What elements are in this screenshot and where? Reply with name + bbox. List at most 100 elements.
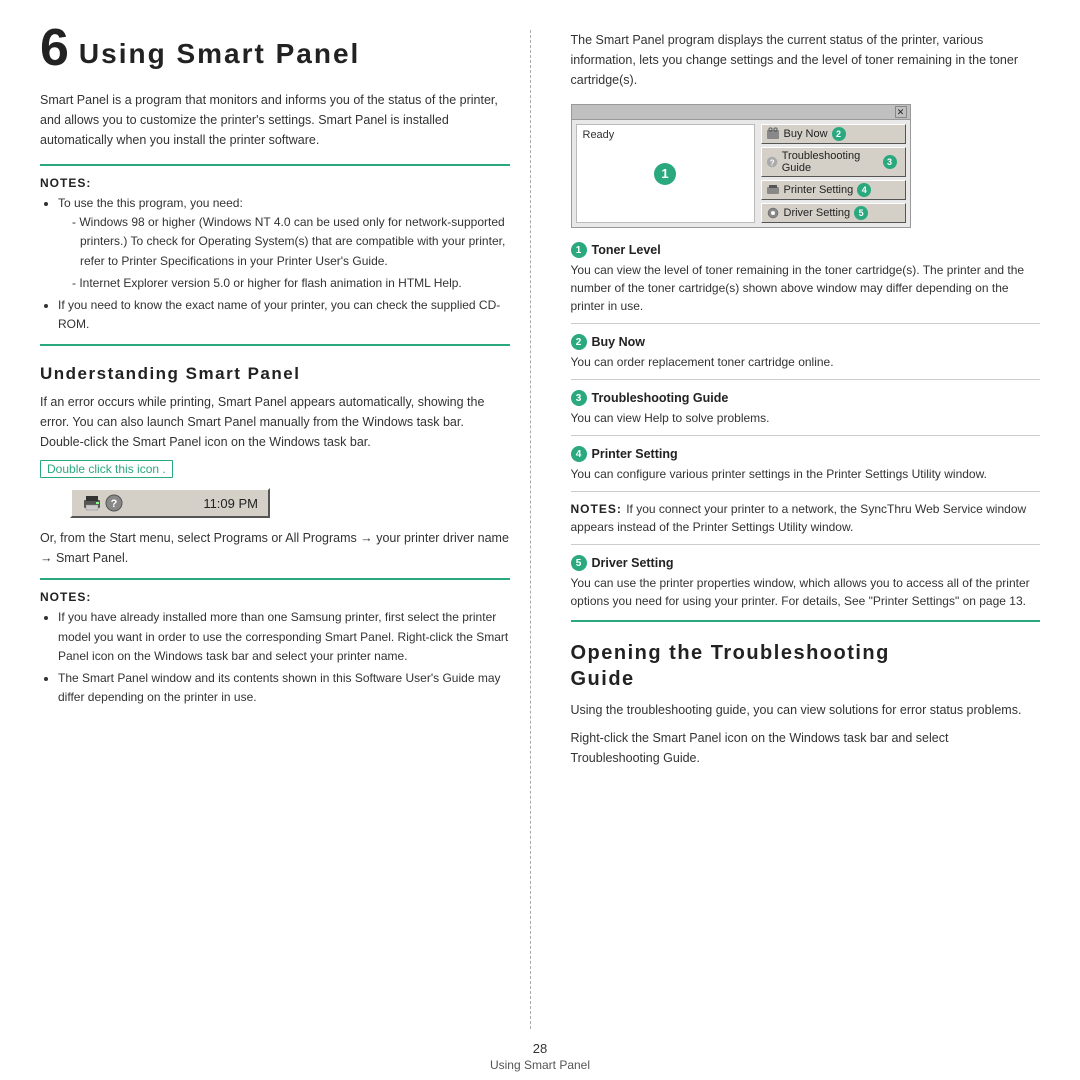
- taskbar-time: 11:09 PM: [203, 496, 258, 511]
- feature-num-2: 2: [571, 334, 587, 350]
- printer-icon: [82, 494, 102, 512]
- feature-1-heading: 1 Toner Level: [571, 242, 1041, 258]
- thin-divider-4: [571, 491, 1041, 492]
- taskbar-icons: ?: [82, 494, 123, 512]
- notes-sub-1: Windows 98 or higher (Windows NT 4.0 can…: [72, 213, 510, 271]
- opening-text-1: Using the troubleshooting guide, you can…: [571, 700, 1041, 720]
- feature-5-text: You can use the printer properties windo…: [571, 574, 1041, 610]
- sp-btn-num-4: 4: [857, 183, 871, 197]
- sp-toner-area: Ready 1: [576, 124, 755, 223]
- divider-3: [40, 578, 510, 580]
- footer-page-number: 28: [0, 1041, 1080, 1056]
- divider-right: [571, 620, 1041, 622]
- feature-5: 5 Driver Setting You can use the printer…: [571, 555, 1041, 610]
- feature-4: 4 Printer Setting You can configure vari…: [571, 446, 1041, 483]
- chapter-number: 6: [40, 22, 69, 74]
- opening-heading: Opening the TroubleshootingGuide: [571, 640, 1041, 692]
- notes-label-1: NOTES:: [40, 176, 510, 190]
- feature-1-text: You can view the level of toner remainin…: [571, 261, 1041, 315]
- notes2-item-1: If you have already installed more than …: [58, 608, 510, 666]
- feature-2-text: You can order replacement toner cartridg…: [571, 353, 1041, 371]
- divider-1: [40, 164, 510, 166]
- opening-text-2: Right-click the Smart Panel icon on the …: [571, 728, 1041, 768]
- double-click-label: Double click this icon .: [40, 460, 173, 478]
- feature-2-heading: 2 Buy Now: [571, 334, 1041, 350]
- notes-block-1: NOTES: To use the this program, you need…: [40, 176, 510, 334]
- sp-btn-driver-setting[interactable]: Driver Setting 5: [761, 203, 906, 223]
- understanding-heading: Understanding Smart Panel: [40, 364, 510, 384]
- notes-right: NOTES: If you connect your printer to a …: [571, 500, 1041, 536]
- chapter-title: Using Smart Panel: [79, 38, 360, 70]
- notes-list-1: To use the this program, you need: Windo…: [40, 194, 510, 334]
- sp-buttons: Buy Now 2 ? Troubleshooting Guide 3: [761, 124, 906, 223]
- feature-num-3: 3: [571, 390, 587, 406]
- printer-setting-icon: [766, 183, 780, 197]
- sp-btn-printer-setting[interactable]: Printer Setting 4: [761, 180, 906, 200]
- feature-4-heading: 4 Printer Setting: [571, 446, 1041, 462]
- feature-5-title: Driver Setting: [592, 556, 674, 570]
- notes-right-label: NOTES:: [571, 502, 627, 516]
- notes-item-1: To use the this program, you need: Windo…: [58, 194, 510, 293]
- taskbar-mock: ? 11:09 PM: [70, 488, 270, 518]
- notes-sub-2: Internet Explorer version 5.0 or higher …: [72, 274, 510, 293]
- notes-item-2: If you need to know the exact name of yo…: [58, 296, 510, 334]
- sp-btn-troubleshoot[interactable]: ? Troubleshooting Guide 3: [761, 147, 906, 177]
- driver-setting-label: Driver Setting: [784, 207, 851, 219]
- feature-1-title: Toner Level: [592, 243, 661, 257]
- footer-label: Using Smart Panel: [0, 1058, 1080, 1072]
- double-click-area: Double click this icon .: [40, 460, 510, 484]
- sp-btn-num-2: 2: [832, 127, 846, 141]
- intro-text: Smart Panel is a program that monitors a…: [40, 90, 510, 150]
- troubleshoot-label: Troubleshooting Guide: [782, 150, 879, 174]
- smart-panel-icon: ?: [105, 494, 123, 512]
- right-column: The Smart Panel program displays the cur…: [561, 30, 1041, 1029]
- sp-body: Ready 1 Buy Now 2: [572, 120, 910, 227]
- thin-divider-3: [571, 435, 1041, 436]
- left-column: 6 Using Smart Panel Smart Panel is a pro…: [40, 30, 531, 1029]
- buy-icon: [766, 127, 780, 141]
- notes-block-2: NOTES: If you have already installed mor…: [40, 590, 510, 707]
- feature-1: 1 Toner Level You can view the level of …: [571, 242, 1041, 315]
- feature-3: 3 Troubleshooting Guide You can view Hel…: [571, 390, 1041, 427]
- smart-panel-ui: ✕ Ready 1 Buy Now 2: [571, 104, 911, 228]
- sp-toner-num: 1: [654, 163, 676, 185]
- understanding-section: Understanding Smart Panel If an error oc…: [40, 364, 510, 707]
- sp-btn-num-3: 3: [883, 155, 897, 169]
- notes-right-text: If you connect your printer to a network…: [571, 502, 1027, 534]
- chapter-heading: 6 Using Smart Panel: [40, 30, 510, 74]
- feature-4-text: You can configure various printer settin…: [571, 465, 1041, 483]
- svg-text:?: ?: [111, 498, 118, 510]
- feature-4-title: Printer Setting: [592, 447, 678, 461]
- notes-list-2: If you have already installed more than …: [40, 608, 510, 707]
- feature-2: 2 Buy Now You can order replacement tone…: [571, 334, 1041, 371]
- svg-text:?: ?: [769, 158, 774, 167]
- feature-num-5: 5: [571, 555, 587, 571]
- driver-setting-icon: [766, 206, 780, 220]
- feature-2-title: Buy Now: [592, 335, 645, 349]
- feature-3-title: Troubleshooting Guide: [592, 391, 729, 405]
- sp-btn-num-5: 5: [854, 206, 868, 220]
- feature-3-heading: 3 Troubleshooting Guide: [571, 390, 1041, 406]
- sp-titlebar: ✕: [572, 105, 910, 120]
- feature-num-4: 4: [571, 446, 587, 462]
- nav-text: Or, from the Start menu, select Programs…: [40, 528, 510, 568]
- notes-label-2: NOTES:: [40, 590, 510, 604]
- notes2-item-2: The Smart Panel window and its contents …: [58, 669, 510, 707]
- printer-setting-label: Printer Setting: [784, 184, 854, 196]
- understanding-text: If an error occurs while printing, Smart…: [40, 392, 510, 452]
- sp-ready-label: Ready: [583, 129, 615, 141]
- page-footer: 28 Using Smart Panel: [0, 1029, 1080, 1080]
- feature-3-text: You can view Help to solve problems.: [571, 409, 1041, 427]
- thin-divider-1: [571, 323, 1041, 324]
- divider-2: [40, 344, 510, 346]
- feature-5-heading: 5 Driver Setting: [571, 555, 1041, 571]
- right-intro-text: The Smart Panel program displays the cur…: [571, 30, 1041, 90]
- thin-divider-2: [571, 379, 1041, 380]
- sp-btn-buy[interactable]: Buy Now 2: [761, 124, 906, 144]
- buy-now-label: Buy Now: [784, 128, 828, 140]
- opening-section: Opening the TroubleshootingGuide Using t…: [571, 640, 1041, 768]
- sp-close-button[interactable]: ✕: [895, 106, 907, 118]
- troubleshoot-icon: ?: [766, 155, 778, 169]
- thin-divider-5: [571, 544, 1041, 545]
- feature-num-1: 1: [571, 242, 587, 258]
